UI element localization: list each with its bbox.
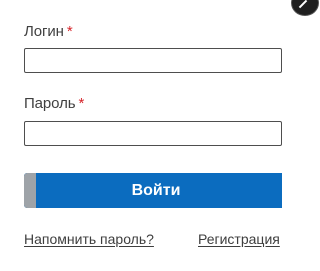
password-input[interactable] [24,121,282,146]
login-label: Логин * [24,23,73,41]
password-label-text: Пароль [24,95,76,112]
login-input[interactable] [24,48,282,73]
register-link[interactable]: Регистрация [198,230,280,248]
password-label: Пароль * [24,95,84,113]
password-required-mark: * [78,95,85,112]
login-required-mark: * [66,23,73,40]
login-submit-button[interactable]: Войти [24,173,282,208]
remind-password-link[interactable]: Напомнить пароль? [24,230,154,248]
submit-button-label: Войти [131,181,181,199]
login-label-text: Логин [24,23,64,40]
close-icon[interactable] [291,0,319,16]
